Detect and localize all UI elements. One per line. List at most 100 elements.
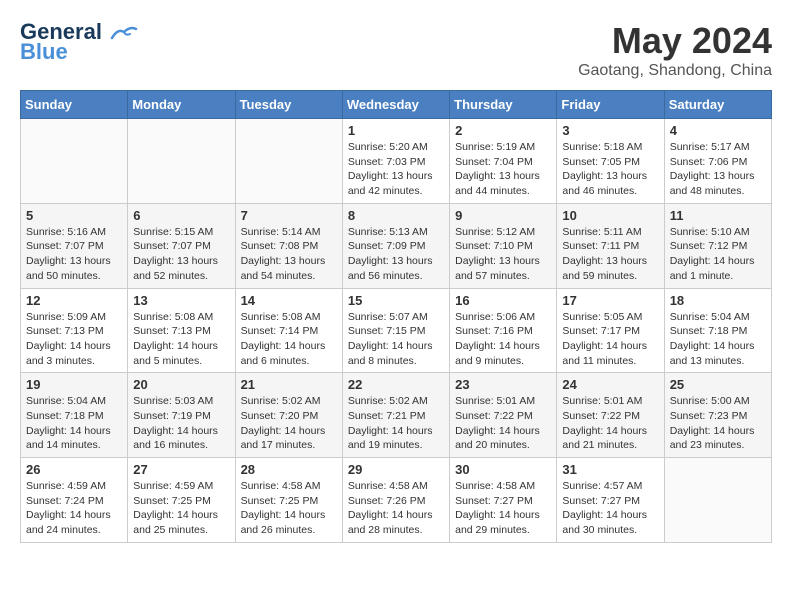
logo-bird-icon: [110, 24, 138, 42]
calendar-week-4: 19Sunrise: 5:04 AM Sunset: 7:18 PM Dayli…: [21, 373, 772, 458]
day-number: 30: [455, 462, 551, 477]
day-number: 11: [670, 208, 766, 223]
calendar-cell: 11 Sunrise: 5:10 AM Sunset: 7:12 PM Dayli…: [664, 203, 771, 288]
day-info: Sunrise: 5:13 AM Sunset: 7:09 PM Dayligh…: [348, 225, 444, 284]
calendar-cell: 18 Sunrise: 5:04 AM Sunset: 7:18 PM Dayli…: [664, 288, 771, 373]
calendar-week-3: 12 Sunrise: 5:09 AM Sunset: 7:13 PM Dayli…: [21, 288, 772, 373]
weekday-header-sunday: Sunday: [21, 91, 128, 119]
calendar-cell: 27 Sunrise: 4:59 AM Sunset: 7:25 PM Dayli…: [128, 458, 235, 543]
day-number: 23: [455, 377, 551, 392]
calendar-cell: 6 Sunrise: 5:15 AM Sunset: 7:07 PM Daylig…: [128, 203, 235, 288]
day-info: Sunrise: 5:03 AM Sunset: 7:19 PM Dayligh…: [133, 394, 229, 453]
calendar-cell: 21Sunrise: 5:02 AM Sunset: 7:20 PM Dayli…: [235, 373, 342, 458]
day-info: Sunrise: 5:20 AM Sunset: 7:03 PM Dayligh…: [348, 140, 444, 199]
day-info: Sunrise: 5:09 AM Sunset: 7:13 PM Dayligh…: [26, 310, 122, 369]
day-number: 4: [670, 123, 766, 138]
calendar-cell: [128, 119, 235, 204]
day-number: 13: [133, 293, 229, 308]
day-number: 14: [241, 293, 337, 308]
day-number: 9: [455, 208, 551, 223]
day-info: Sunrise: 5:17 AM Sunset: 7:06 PM Dayligh…: [670, 140, 766, 199]
day-info: Sunrise: 5:01 AM Sunset: 7:22 PM Dayligh…: [455, 394, 551, 453]
day-number: 29: [348, 462, 444, 477]
calendar-cell: 16Sunrise: 5:06 AM Sunset: 7:16 PM Dayli…: [450, 288, 557, 373]
calendar-cell: 31 Sunrise: 4:57 AM Sunset: 7:27 PM Dayli…: [557, 458, 664, 543]
calendar-cell: 5 Sunrise: 5:16 AM Sunset: 7:07 PM Daylig…: [21, 203, 128, 288]
day-info: Sunrise: 5:12 AM Sunset: 7:10 PM Dayligh…: [455, 225, 551, 284]
day-number: 19: [26, 377, 122, 392]
weekday-header-row: SundayMondayTuesdayWednesdayThursdayFrid…: [21, 91, 772, 119]
day-number: 22: [348, 377, 444, 392]
calendar-cell: 3 Sunrise: 5:18 AM Sunset: 7:05 PM Daylig…: [557, 119, 664, 204]
day-number: 12: [26, 293, 122, 308]
calendar-cell: 22 Sunrise: 5:02 AM Sunset: 7:21 PM Dayli…: [342, 373, 449, 458]
day-info: Sunrise: 4:58 AM Sunset: 7:26 PM Dayligh…: [348, 479, 444, 538]
calendar-cell: 26Sunrise: 4:59 AM Sunset: 7:24 PM Dayli…: [21, 458, 128, 543]
calendar-cell: 12 Sunrise: 5:09 AM Sunset: 7:13 PM Dayli…: [21, 288, 128, 373]
calendar-cell: 1 Sunrise: 5:20 AM Sunset: 7:03 PM Daylig…: [342, 119, 449, 204]
month-year-title: May 2024: [578, 20, 772, 62]
day-info: Sunrise: 5:05 AM Sunset: 7:17 PM Dayligh…: [562, 310, 658, 369]
calendar-cell: [664, 458, 771, 543]
day-info: Sunrise: 4:57 AM Sunset: 7:27 PM Dayligh…: [562, 479, 658, 538]
calendar-cell: 7Sunrise: 5:14 AM Sunset: 7:08 PM Daylig…: [235, 203, 342, 288]
calendar-cell: 8 Sunrise: 5:13 AM Sunset: 7:09 PM Daylig…: [342, 203, 449, 288]
day-info: Sunrise: 5:18 AM Sunset: 7:05 PM Dayligh…: [562, 140, 658, 199]
day-number: 15: [348, 293, 444, 308]
calendar-cell: 20 Sunrise: 5:03 AM Sunset: 7:19 PM Dayli…: [128, 373, 235, 458]
location-subtitle: Gaotang, Shandong, China: [578, 62, 772, 80]
day-number: 5: [26, 208, 122, 223]
calendar-cell: 28Sunrise: 4:58 AM Sunset: 7:25 PM Dayli…: [235, 458, 342, 543]
day-info: Sunrise: 5:19 AM Sunset: 7:04 PM Dayligh…: [455, 140, 551, 199]
day-info: Sunrise: 4:59 AM Sunset: 7:25 PM Dayligh…: [133, 479, 229, 538]
calendar-cell: 30 Sunrise: 4:58 AM Sunset: 7:27 PM Dayli…: [450, 458, 557, 543]
calendar-cell: 19Sunrise: 5:04 AM Sunset: 7:18 PM Dayli…: [21, 373, 128, 458]
day-info: Sunrise: 5:15 AM Sunset: 7:07 PM Dayligh…: [133, 225, 229, 284]
day-number: 3: [562, 123, 658, 138]
day-info: Sunrise: 5:07 AM Sunset: 7:15 PM Dayligh…: [348, 310, 444, 369]
day-info: Sunrise: 5:01 AM Sunset: 7:22 PM Dayligh…: [562, 394, 658, 453]
weekday-header-wednesday: Wednesday: [342, 91, 449, 119]
calendar-cell: 24Sunrise: 5:01 AM Sunset: 7:22 PM Dayli…: [557, 373, 664, 458]
day-info: Sunrise: 5:08 AM Sunset: 7:13 PM Dayligh…: [133, 310, 229, 369]
day-number: 31: [562, 462, 658, 477]
weekday-header-saturday: Saturday: [664, 91, 771, 119]
day-number: 21: [241, 377, 337, 392]
calendar-cell: 10 Sunrise: 5:11 AM Sunset: 7:11 PM Dayli…: [557, 203, 664, 288]
calendar-week-1: 1 Sunrise: 5:20 AM Sunset: 7:03 PM Daylig…: [21, 119, 772, 204]
day-number: 17: [562, 293, 658, 308]
day-info: Sunrise: 5:11 AM Sunset: 7:11 PM Dayligh…: [562, 225, 658, 284]
day-info: Sunrise: 5:02 AM Sunset: 7:21 PM Dayligh…: [348, 394, 444, 453]
day-number: 6: [133, 208, 229, 223]
calendar-cell: 14 Sunrise: 5:08 AM Sunset: 7:14 PM Dayli…: [235, 288, 342, 373]
day-info: Sunrise: 5:16 AM Sunset: 7:07 PM Dayligh…: [26, 225, 122, 284]
day-number: 1: [348, 123, 444, 138]
calendar-cell: [235, 119, 342, 204]
day-info: Sunrise: 5:10 AM Sunset: 7:12 PM Dayligh…: [670, 225, 766, 284]
day-number: 8: [348, 208, 444, 223]
weekday-header-friday: Friday: [557, 91, 664, 119]
weekday-header-tuesday: Tuesday: [235, 91, 342, 119]
day-number: 25: [670, 377, 766, 392]
title-area: May 2024 Gaotang, Shandong, China: [578, 20, 772, 80]
calendar-cell: 9 Sunrise: 5:12 AM Sunset: 7:10 PM Daylig…: [450, 203, 557, 288]
calendar-cell: 2 Sunrise: 5:19 AM Sunset: 7:04 PM Daylig…: [450, 119, 557, 204]
day-number: 18: [670, 293, 766, 308]
day-number: 10: [562, 208, 658, 223]
day-info: Sunrise: 5:14 AM Sunset: 7:08 PM Dayligh…: [241, 225, 337, 284]
day-number: 27: [133, 462, 229, 477]
calendar-cell: 29 Sunrise: 4:58 AM Sunset: 7:26 PM Dayli…: [342, 458, 449, 543]
day-number: 2: [455, 123, 551, 138]
calendar-week-5: 26Sunrise: 4:59 AM Sunset: 7:24 PM Dayli…: [21, 458, 772, 543]
day-info: Sunrise: 4:58 AM Sunset: 7:27 PM Dayligh…: [455, 479, 551, 538]
calendar-cell: 4 Sunrise: 5:17 AM Sunset: 7:06 PM Daylig…: [664, 119, 771, 204]
logo-text: General Blue: [20, 20, 138, 64]
day-number: 26: [26, 462, 122, 477]
day-info: Sunrise: 5:04 AM Sunset: 7:18 PM Dayligh…: [670, 310, 766, 369]
day-number: 20: [133, 377, 229, 392]
day-info: Sunrise: 4:58 AM Sunset: 7:25 PM Dayligh…: [241, 479, 337, 538]
calendar-cell: [21, 119, 128, 204]
day-info: Sunrise: 5:08 AM Sunset: 7:14 PM Dayligh…: [241, 310, 337, 369]
weekday-header-monday: Monday: [128, 91, 235, 119]
day-info: Sunrise: 5:00 AM Sunset: 7:23 PM Dayligh…: [670, 394, 766, 453]
